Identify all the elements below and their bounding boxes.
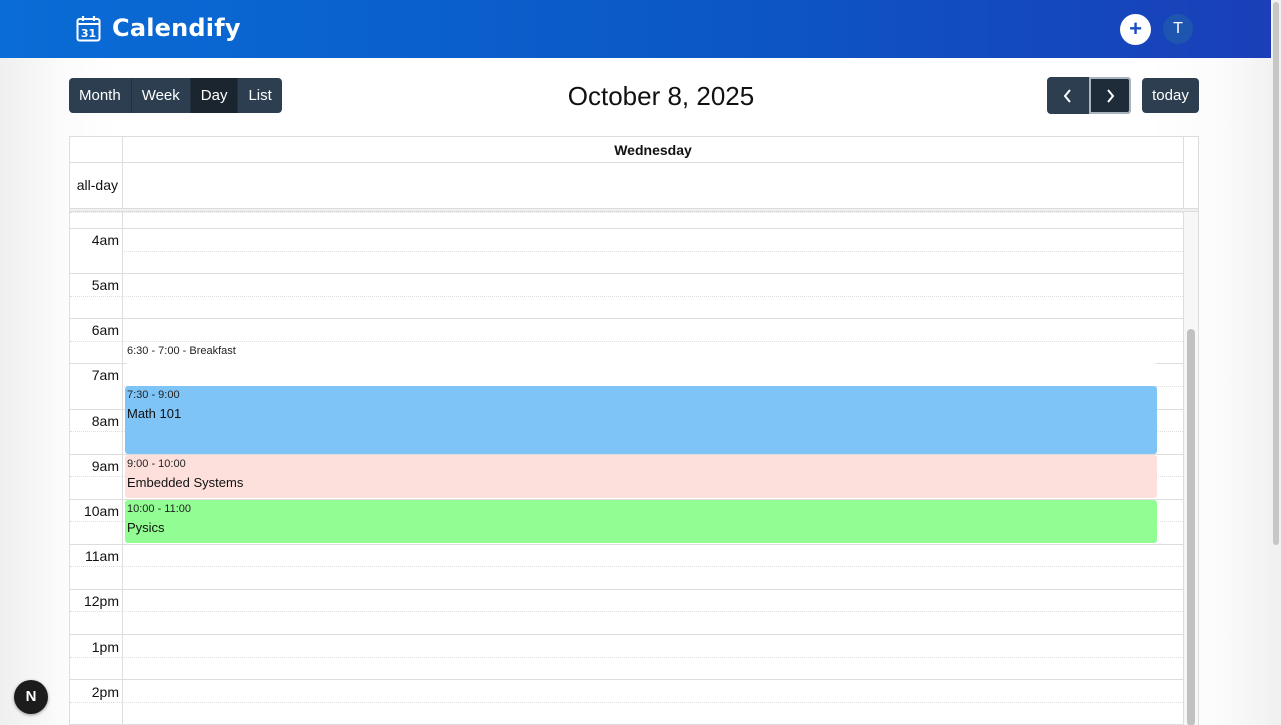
next-button[interactable]	[1089, 77, 1131, 114]
slot-line	[70, 431, 122, 432]
calendar-scrollbar-thumb[interactable]	[1187, 329, 1195, 725]
time-label-11am: 11am	[85, 548, 119, 564]
event-pysics[interactable]: 10:00 - 11:00 Pysics	[125, 500, 1157, 543]
slot-line	[70, 296, 122, 297]
event-time: 7:30 - 9:00	[127, 389, 180, 401]
time-label-6am: 6am	[91, 322, 119, 338]
slot-line	[70, 476, 122, 477]
time-label-9am: 9am	[91, 458, 119, 474]
header-scroll-spacer	[1183, 137, 1198, 209]
slot-line	[122, 212, 1183, 213]
previous-button[interactable]	[1047, 77, 1089, 114]
slot-line	[70, 657, 122, 658]
slot-line	[70, 228, 1183, 229]
calendar-title: October 8, 2025	[567, 81, 755, 111]
event-breakfast[interactable]: 6:30 - 7:00 - Breakfast	[125, 342, 1157, 364]
time-label-5am: 5am	[91, 277, 119, 293]
time-grid[interactable]: 4am 5am 6am 7am 8am 9am 10am 11am 12pm 1…	[70, 212, 1183, 725]
event-time: 9:00 - 10:00	[127, 458, 186, 470]
chevron-right-icon	[1107, 88, 1115, 103]
event-math-101[interactable]: 7:30 - 9:00 Math 101	[125, 386, 1157, 454]
slot-line	[122, 296, 1183, 297]
view-switcher: Month Week Day List	[69, 78, 282, 113]
page-scrollbar-thumb[interactable]	[1273, 2, 1279, 545]
date-navigation	[1047, 77, 1131, 114]
slot-line	[122, 657, 1183, 658]
logo-day-number: 31	[81, 27, 96, 40]
time-label-2pm: 2pm	[91, 684, 119, 700]
slot-line	[70, 521, 122, 522]
time-label-1pm: 1pm	[91, 639, 119, 655]
slot-line	[70, 611, 122, 612]
app-name: Calendify	[112, 14, 241, 42]
slot-line	[70, 212, 122, 213]
event-time: 10:00 - 11:00	[127, 503, 192, 515]
allday-slot[interactable]	[122, 163, 1183, 208]
list-view-button[interactable]: List	[238, 78, 282, 113]
time-label-8am: 8am	[91, 413, 119, 429]
chevron-left-icon	[1063, 88, 1071, 103]
time-gutter-divider	[122, 212, 123, 725]
slot-line	[70, 634, 1183, 635]
event-title: Pysics	[127, 520, 165, 535]
event-title: Math 101	[127, 406, 182, 421]
add-event-button[interactable]: +	[1120, 14, 1151, 45]
time-label-7am: 7am	[91, 367, 119, 383]
slot-line	[70, 679, 1183, 680]
day-column-header[interactable]: Wednesday	[122, 137, 1183, 163]
time-label-12pm: 12pm	[83, 593, 119, 609]
today-button[interactable]: today	[1142, 78, 1199, 113]
event-breakfast-text: 6:30 - 7:00 - Breakfast	[127, 345, 236, 357]
plus-icon: +	[1129, 16, 1142, 41]
top-navbar: 31 Calendify + T	[0, 0, 1271, 58]
calendar-31-icon: 31	[76, 15, 101, 41]
slot-line	[70, 318, 1183, 319]
day-calendar-grid: Wednesday all-day 4am 5am 6am 7am 8am 9a…	[69, 136, 1199, 725]
app-logo[interactable]: 31 Calendify	[76, 14, 241, 42]
slot-line	[70, 341, 122, 342]
slot-line	[122, 702, 1183, 703]
slot-line	[70, 566, 122, 567]
slot-line	[122, 611, 1183, 612]
allday-label: all-day	[76, 177, 118, 193]
event-title: Embedded Systems	[127, 475, 244, 490]
slot-line	[70, 702, 122, 703]
time-label-10am: 10am	[83, 503, 119, 519]
slot-line	[70, 273, 1183, 274]
slot-line	[122, 251, 1183, 252]
header-gutter	[70, 137, 122, 163]
event-embedded-systems[interactable]: 9:00 - 10:00 Embedded Systems	[125, 455, 1157, 498]
nextjs-dev-badge[interactable]: N	[14, 680, 48, 714]
day-view-button[interactable]: Day	[190, 78, 239, 113]
slot-line	[70, 544, 1183, 545]
slot-line	[70, 589, 1183, 590]
month-view-button[interactable]: Month	[69, 78, 132, 113]
time-label-4am: 4am	[91, 232, 119, 248]
week-view-button[interactable]: Week	[131, 78, 191, 113]
user-avatar[interactable]: T	[1163, 14, 1193, 44]
slot-line	[122, 566, 1183, 567]
